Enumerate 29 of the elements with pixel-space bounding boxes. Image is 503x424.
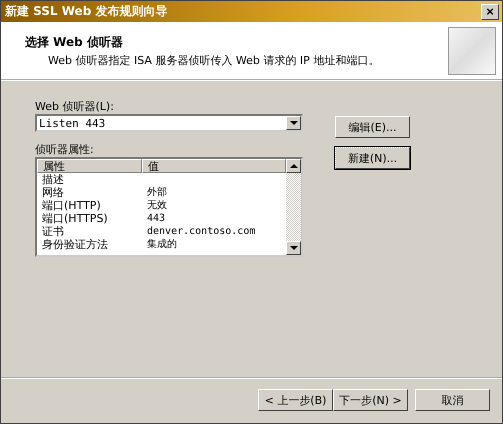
table-cell-text: 端口(HTTP) [41,199,102,212]
properties-label: 侦听器属性: [35,142,95,157]
table-cell-text: 443 [147,212,166,225]
table-cell-text: 身份验证方法 [41,238,109,251]
page-description: Web 侦听器指定 ISA 服务器侦听传入 Web 请求的 IP 地址和端口。 [47,52,380,68]
window-title: 新建 SSL Web 发布规则向导 [5,3,168,20]
footer-button[interactable]: < 上一步(B) [258,389,333,411]
side-button[interactable]: 编辑(E)... [335,116,410,138]
column-header[interactable]: 属性 [37,159,142,173]
table-cell-text: 证书 [41,225,65,238]
table-cell-text: 网络 [41,186,65,199]
table-cell-text: 外部 [147,186,168,199]
scroll-up-icon[interactable] [286,159,301,173]
listener-dropdown[interactable]: Listen 443 [35,114,303,132]
column-header[interactable]: 值 [142,159,286,173]
wizard-graphic-icon [448,26,496,74]
page-title: 选择 Web 侦听器 [25,34,124,50]
listener-label: Web 侦听器(L): [35,99,115,114]
scrollbar[interactable] [286,159,301,255]
table-cell-text: denver.contoso.com [147,225,256,238]
side-button[interactable]: 新建(N)... [335,147,410,169]
table-cell-text: 无效 [147,199,168,212]
close-button[interactable]: × [481,4,499,20]
footer-button[interactable]: 下一步(N) > [333,389,408,411]
footer-button[interactable]: 取消 [415,389,490,411]
scroll-down-icon[interactable] [286,241,301,255]
table-cell-text: 描述 [41,173,65,186]
table-cell-text: 端口(HTTPS) [41,212,109,225]
table-cell-text: 集成的 [147,238,178,251]
